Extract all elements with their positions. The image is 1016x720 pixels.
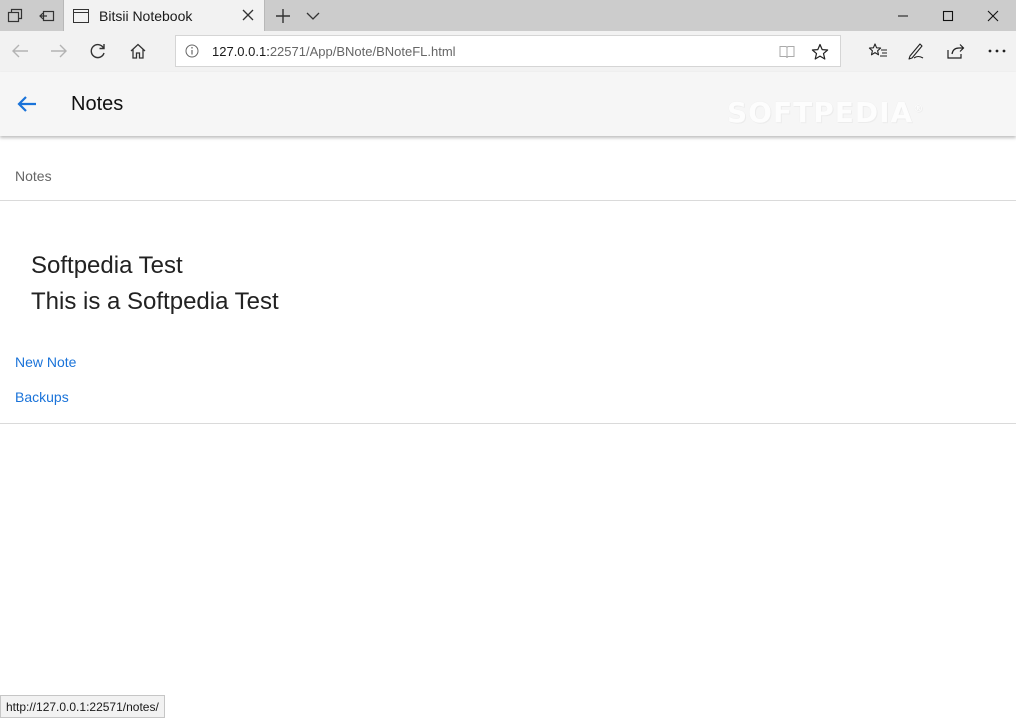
divider bbox=[0, 200, 1016, 201]
watermark-text: SOFTPEDIA bbox=[727, 96, 914, 129]
window-close-icon[interactable] bbox=[970, 0, 1016, 31]
tab-title: Bitsii Notebook bbox=[99, 7, 193, 24]
note-item[interactable]: This is a Softpedia Test bbox=[31, 288, 279, 316]
chevron-down-icon[interactable] bbox=[300, 0, 326, 31]
watermark-mark: ® bbox=[913, 103, 925, 115]
tabs-restore-icon[interactable] bbox=[32, 0, 62, 31]
close-icon[interactable] bbox=[240, 7, 256, 23]
softpedia-watermark: SOFTPEDIA® bbox=[727, 96, 924, 129]
maximize-icon[interactable] bbox=[925, 0, 971, 31]
more-icon[interactable] bbox=[981, 35, 1013, 67]
info-icon[interactable] bbox=[184, 43, 200, 59]
share-icon[interactable] bbox=[940, 35, 972, 67]
home-icon[interactable] bbox=[122, 35, 154, 67]
app-header: Notes SOFTPEDIA® bbox=[0, 72, 1016, 136]
tabs-aside-icon[interactable] bbox=[0, 0, 30, 31]
title-bar: Bitsii Notebook bbox=[0, 0, 1016, 31]
address-bar[interactable]: 127.0.0.1:22571/App/BNote/BNoteFL.html bbox=[175, 35, 841, 67]
page-icon bbox=[73, 8, 89, 24]
forward-arrow-icon[interactable] bbox=[43, 35, 75, 67]
note-item[interactable]: Softpedia Test bbox=[31, 252, 183, 280]
new-note-link[interactable]: New Note bbox=[15, 354, 76, 370]
navigation-bar: 127.0.0.1:22571/App/BNote/BNoteFL.html bbox=[0, 31, 1016, 72]
minimize-icon[interactable] bbox=[880, 0, 926, 31]
page-title: Notes bbox=[71, 93, 124, 115]
backups-link[interactable]: Backups bbox=[15, 389, 69, 405]
back-arrow-icon[interactable] bbox=[4, 35, 36, 67]
reading-view-icon[interactable] bbox=[778, 43, 796, 61]
browser-tab[interactable]: Bitsii Notebook bbox=[63, 0, 265, 31]
star-icon[interactable] bbox=[810, 42, 830, 62]
url-text[interactable]: 127.0.0.1:22571/App/BNote/BNoteFL.html bbox=[212, 44, 456, 59]
pen-icon[interactable] bbox=[900, 35, 932, 67]
plus-icon[interactable] bbox=[270, 0, 296, 31]
favorites-hub-icon[interactable] bbox=[862, 35, 894, 67]
divider bbox=[0, 423, 1016, 424]
breadcrumb: Notes bbox=[15, 168, 52, 184]
url-path: 22571/App/BNote/BNoteFL.html bbox=[269, 44, 456, 59]
back-arrow-icon[interactable] bbox=[14, 91, 40, 117]
url-host: 127.0.0.1: bbox=[212, 44, 270, 59]
refresh-icon[interactable] bbox=[82, 35, 114, 67]
status-bar-url: http://127.0.0.1:22571/notes/ bbox=[0, 695, 165, 718]
